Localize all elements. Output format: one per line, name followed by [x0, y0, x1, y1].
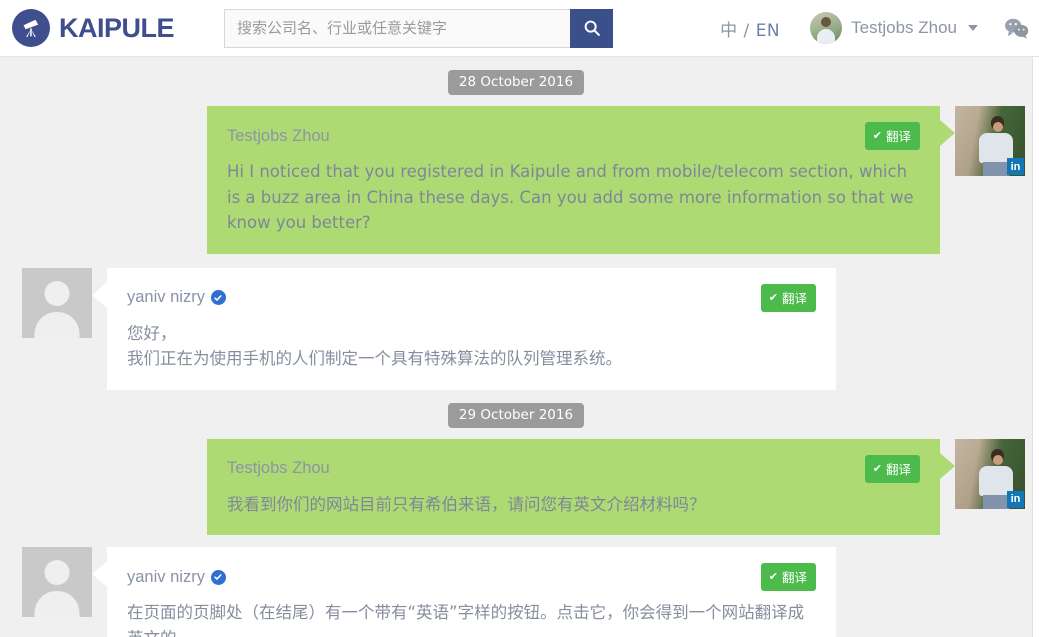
wechat-icon[interactable] [1004, 18, 1029, 39]
search-icon [584, 20, 600, 36]
check-icon: ✔ [768, 570, 778, 584]
avatar[interactable] [22, 267, 92, 338]
avatar[interactable]: in [955, 438, 1025, 509]
bubble-tail-icon [92, 281, 107, 308]
avatar [810, 12, 843, 44]
translate-label: 翻译 [781, 570, 807, 586]
language-separator: / [743, 20, 750, 41]
translate-badge[interactable]: ✔ 翻译 [864, 454, 920, 483]
search-bar[interactable] [224, 8, 613, 48]
message-bubble-container: yaniv nizry ✔ 翻译 在页面的页脚处（在结尾）有一个带有“英语”字样… [92, 547, 836, 637]
translate-badge[interactable]: ✔ 翻译 [760, 283, 816, 312]
translate-label: 翻译 [885, 129, 911, 144]
message-text: 在页面的页脚处（在结尾）有一个带有“英语”字样的按钮。点击它，你会得到一个网站翻… [127, 603, 805, 637]
message-sender: yaniv nizry [127, 288, 226, 307]
search-button[interactable] [570, 8, 613, 48]
message-sender: Testjobs Zhou [227, 126, 330, 145]
bubble-header: yaniv nizry ✔ 翻译 [127, 283, 816, 312]
language-en[interactable]: EN [756, 21, 780, 41]
site-header: KAIPULE 中 / EN Testjobs Zhou [0, 0, 1039, 56]
avatar-body [34, 311, 80, 338]
avatar-face [993, 454, 1003, 465]
search-input[interactable] [224, 8, 570, 48]
verified-icon [210, 569, 226, 585]
message-bubble-container: yaniv nizry ✔ 翻译 您好， 我们正在为使用手机的人们制定一个具有特… [92, 267, 836, 390]
chat-thread: 28 October 2016 Testjobs Zhou ✔ 翻译 Hi I … [0, 56, 1032, 637]
translate-label: 翻译 [885, 461, 911, 477]
translate-label: 翻译 [781, 290, 807, 306]
user-menu[interactable]: Testjobs Zhou [810, 12, 978, 44]
message-bubble-container: Testjobs Zhou ✔ 翻译 Hi I noticed that you… [207, 106, 955, 254]
avatar[interactable]: in [955, 106, 1025, 176]
message-bubble-incoming: yaniv nizry ✔ 翻译 在页面的页脚处（在结尾）有一个带有“英语”字样… [92, 547, 836, 637]
verified-icon [210, 290, 226, 306]
avatar-jeans [983, 162, 1009, 176]
check-icon: ✔ [872, 129, 882, 142]
message-text: 我看到你们的网站目前只有希伯来语，请问您有英文介绍材料吗？ [227, 494, 706, 514]
avatar-body [34, 591, 80, 618]
linkedin-icon[interactable]: in [1007, 490, 1024, 508]
message-sender: Testjobs Zhou [227, 459, 330, 478]
translate-badge[interactable]: ✔ 翻译 [864, 122, 920, 150]
message-sender-name: yaniv nizry [127, 567, 205, 586]
avatar[interactable] [22, 547, 92, 618]
message-row: Testjobs Zhou ✔ 翻译 Hi I noticed that you… [0, 106, 1032, 254]
page-body: 28 October 2016 Testjobs Zhou ✔ 翻译 Hi I … [0, 56, 1039, 637]
check-icon: ✔ [768, 290, 778, 304]
translate-badge[interactable]: ✔ 翻译 [760, 563, 816, 592]
language-cn[interactable]: 中 [720, 21, 738, 41]
telescope-icon [12, 9, 50, 47]
message-text: 您好， 我们正在为使用手机的人们制定一个具有特殊算法的队列管理系统。 [127, 323, 622, 369]
message-row: yaniv nizry ✔ 翻译 在页面的页脚处（在结尾）有一个带有“英语”字样… [0, 547, 1032, 637]
date-chip: 29 October 2016 [447, 402, 585, 428]
message-sender-name: yaniv nizry [127, 288, 205, 307]
bubble-tail-icon [92, 561, 107, 588]
avatar-face [993, 122, 1003, 132]
message-row: yaniv nizry ✔ 翻译 您好， 我们正在为使用手机的人们制定一个具有特… [0, 267, 1032, 390]
chevron-down-icon[interactable] [968, 25, 978, 31]
date-separator: 28 October 2016 [0, 57, 1032, 106]
bubble-tail-icon [940, 120, 955, 146]
check-icon: ✔ [872, 461, 882, 475]
date-separator: 29 October 2016 [0, 390, 1032, 439]
right-rail [1032, 56, 1039, 637]
message-sender: yaniv nizry [127, 568, 226, 587]
message-bubble-outgoing: Testjobs Zhou ✔ 翻译 我看到你们的网站目前只有希伯来语，请问您有… [207, 438, 955, 536]
user-name: Testjobs Zhou [851, 18, 957, 37]
logo[interactable]: KAIPULE [12, 9, 208, 47]
bubble-header: Testjobs Zhou ✔ 翻译 [227, 454, 920, 483]
message-bubble-outgoing: Testjobs Zhou ✔ 翻译 Hi I noticed that you… [207, 106, 955, 254]
language-switcher[interactable]: 中 / EN [720, 16, 780, 41]
avatar-jeans [983, 494, 1009, 509]
header-right: 中 / EN Testjobs Zhou [720, 12, 1039, 44]
message-bubble-container: Testjobs Zhou ✔ 翻译 我看到你们的网站目前只有希伯来语，请问您有… [207, 438, 955, 536]
linkedin-icon[interactable]: in [1007, 158, 1024, 175]
message-row: Testjobs Zhou ✔ 翻译 我看到你们的网站目前只有希伯来语，请问您有… [0, 438, 1032, 536]
date-chip: 28 October 2016 [447, 70, 585, 95]
message-bubble-incoming: yaniv nizry ✔ 翻译 您好， 我们正在为使用手机的人们制定一个具有特… [92, 267, 836, 390]
bubble-header: Testjobs Zhou ✔ 翻译 [227, 122, 920, 150]
avatar-head [44, 280, 70, 306]
avatar-head [44, 560, 70, 586]
bubble-tail-icon [940, 452, 955, 479]
message-text: Hi I noticed that you registered in Kaip… [227, 162, 914, 233]
bubble-header: yaniv nizry ✔ 翻译 [127, 563, 816, 592]
logo-text: KAIPULE [59, 12, 175, 43]
